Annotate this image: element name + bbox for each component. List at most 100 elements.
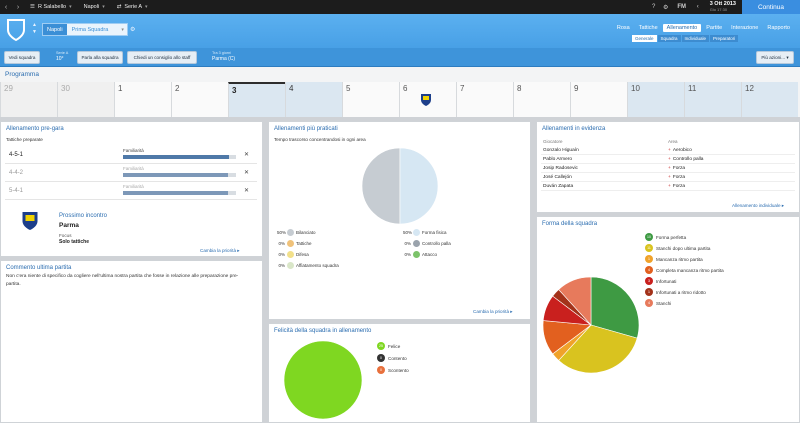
day-cell[interactable]: 1 <box>114 82 171 117</box>
highlighted-training-panel: Allenamenti in evidenza Giocatore Area G… <box>536 121 800 213</box>
legend-label: Stanchi dopo ultima partita <box>656 245 711 251</box>
legend-swatch <box>287 251 294 258</box>
breadcrumb-league[interactable]: ⇄ Serie A ▾ <box>111 0 154 14</box>
chevron-down-icon: ▾ <box>102 4 105 10</box>
league-position-value: 10° <box>56 56 64 62</box>
day-cell[interactable]: 12 <box>741 82 798 117</box>
table-row[interactable]: Josip Radosevic + Forza <box>541 165 795 173</box>
focus-value: Solo tattiche <box>59 239 90 245</box>
legend-count-badge: 3 <box>645 277 653 285</box>
day-cell[interactable]: 11 <box>684 82 741 117</box>
day-cell[interactable]: 29 <box>0 82 57 117</box>
more-actions-button[interactable]: Più azioni... ▾ <box>756 51 794 64</box>
legend-label: Controllo palla <box>422 241 451 246</box>
nav-tattiche[interactable]: Tattiche <box>635 24 662 32</box>
remove-icon[interactable]: ✕ <box>244 187 249 194</box>
schedule-days: 29 30 1 2 3 4 5 6 7 8 9 10 11 12 <box>0 82 800 117</box>
formation-row[interactable]: 4-4-2 Familiarità ✕ <box>5 165 257 182</box>
nav-partite[interactable]: Partite <box>702 24 726 32</box>
remove-icon[interactable]: ✕ <box>244 169 249 176</box>
table-row[interactable]: José Callejón + Forza <box>541 174 795 182</box>
day-cell[interactable]: 30 <box>57 82 114 117</box>
day-cell[interactable]: 8 <box>513 82 570 117</box>
team-talk-button[interactable]: Parla alla squadra <box>77 51 123 64</box>
schedule-panel: Programma 29 30 1 2 3 4 5 6 7 8 9 10 11 … <box>0 67 800 117</box>
team-selector-club: Napoli <box>43 24 67 35</box>
club-crest-icon <box>7 19 25 42</box>
league-icon: ⇄ <box>116 4 122 10</box>
day-cell-today[interactable]: 3 <box>228 82 285 117</box>
help-icon[interactable]: ? <box>648 4 660 10</box>
table-row[interactable]: Pablo Armero + Controllo palla <box>541 156 795 164</box>
breadcrumb-club[interactable]: Napoli ▾ <box>78 0 111 14</box>
legend-swatch <box>287 262 294 269</box>
change-priority-link[interactable]: Cambia la priorità ▸ <box>200 248 240 254</box>
day-number: 5 <box>346 84 351 93</box>
day-cell[interactable]: 7 <box>456 82 513 117</box>
settings-icon[interactable]: ⚙ <box>660 4 672 11</box>
legend-percent: 50% <box>403 230 413 235</box>
view-squad-button[interactable]: Vedi squadra <box>4 51 40 64</box>
day-number: 6 <box>403 84 408 93</box>
legend-count-badge: 1 <box>645 255 653 263</box>
main-nav: Rosa Tattiche Allenamento Partite Intera… <box>613 24 794 32</box>
next-match-team[interactable]: Parma <box>59 222 79 229</box>
next-match-info[interactable]: Tra 3 giorni Parma (C) <box>212 50 235 62</box>
day-cell-match[interactable]: 6 <box>399 82 456 117</box>
legend-label: Scontento <box>388 367 409 373</box>
nav-interazione[interactable]: Interazione <box>727 24 762 32</box>
fm-menu[interactable]: FM <box>672 4 692 10</box>
continue-button[interactable]: Continua <box>742 0 800 14</box>
condition-title: Forma della squadra <box>542 221 598 227</box>
subnav-squadra[interactable]: Squadra <box>657 35 681 42</box>
legend-item: 1 Infortunati a ritmo ridotto <box>645 288 706 296</box>
day-cell[interactable]: 4 <box>285 82 342 117</box>
change-priority-link[interactable]: Cambia la priorità ▸ <box>473 309 513 315</box>
pre-match-panel: Allenamento pre-gara Tattiche preparate … <box>0 121 263 257</box>
team-selector[interactable]: Napoli Prima Squadra ▾ <box>42 23 128 36</box>
plus-icon: + <box>668 184 671 189</box>
day-cell[interactable]: 2 <box>171 82 228 117</box>
crumb-manager-label: R Salabello <box>37 4 67 10</box>
opponent-crest-icon <box>421 94 431 106</box>
familiarity-fill <box>123 173 229 177</box>
formation-row[interactable]: 5-4-1 Familiarità ✕ <box>5 183 257 200</box>
subnav-generale[interactable]: Generale <box>632 35 657 42</box>
remove-icon[interactable]: ✕ <box>244 151 249 158</box>
legend-label: Bilanciato <box>296 230 316 235</box>
nav-allenamento[interactable]: Allenamento <box>662 24 702 32</box>
plus-icon: + <box>668 157 671 162</box>
day-cell[interactable]: 5 <box>342 82 399 117</box>
day-cell[interactable]: 10 <box>627 82 684 117</box>
legend-item: 4 Stanchi <box>645 299 671 307</box>
legend-swatch <box>287 229 294 236</box>
legend-item: 0% Affiatamento squadra <box>277 262 339 269</box>
table-row[interactable]: Gonzalo Higuaín + Aerobico <box>541 147 795 155</box>
nav-rapporto[interactable]: Rapporto <box>763 24 794 32</box>
game-date: 3 Ott 2013 Gio 17:30 <box>704 1 742 13</box>
day-cell[interactable]: 9 <box>570 82 627 117</box>
chevron-left-icon[interactable]: ‹ <box>692 4 704 10</box>
schedule-title: Programma <box>5 71 39 78</box>
toolbar: Vedi squadra Serie A 10° Parla alla squa… <box>0 48 800 67</box>
subnav-preparatori[interactable]: Preparatori <box>710 35 739 42</box>
gear-icon[interactable]: ⚙ <box>130 26 135 33</box>
breadcrumb-manager[interactable]: ☰ R Salabello ▾ <box>24 0 78 14</box>
sub-nav: Generale Squadra Individuale Preparatori <box>632 35 739 42</box>
ask-staff-button[interactable]: Chiedi un consiglio allo staff <box>127 51 197 64</box>
legend-count-badge: 25 <box>377 342 385 350</box>
chevron-down-icon: ▾ <box>69 4 72 10</box>
club-switch-arrows[interactable]: ▲ ▼ <box>32 22 37 36</box>
practised-subtitle: Tempo trascorso concentrandosi in ogni a… <box>274 137 366 142</box>
formation-row[interactable]: 4-5-1 Familiarità ✕ <box>5 147 257 164</box>
forward-icon[interactable]: › <box>12 0 24 14</box>
nav-rosa[interactable]: Rosa <box>613 24 634 32</box>
legend-count-badge: 4 <box>645 266 653 274</box>
legend-label: Forma fisica <box>422 230 447 235</box>
individual-training-link[interactable]: Allenamento individuale ▸ <box>732 203 784 209</box>
legend-swatch <box>413 229 420 236</box>
back-icon[interactable]: ‹ <box>0 0 12 14</box>
table-row[interactable]: Duván Zapata + Forza <box>541 183 795 191</box>
legend-swatch <box>413 240 420 247</box>
subnav-individuale[interactable]: Individuale <box>681 35 710 42</box>
